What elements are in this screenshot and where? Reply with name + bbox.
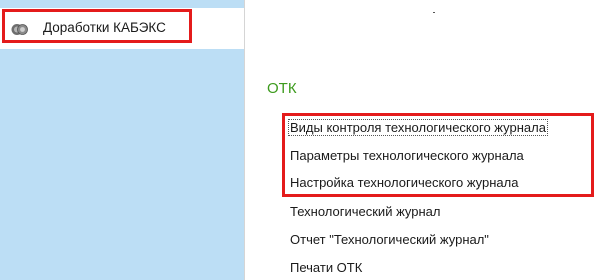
- command-link[interactable]: Печати ОТК: [290, 260, 362, 275]
- command-link[interactable]: Технологический журнал: [290, 204, 441, 219]
- sections-panel: Доработки КАБЭКС: [0, 0, 244, 280]
- app-window: Доработки КАБЭКС ОТК Виды контроля техно…: [0, 0, 603, 280]
- section-title: ОТК: [267, 80, 297, 97]
- command-link[interactable]: Отчет "Технологический журнал": [290, 232, 489, 247]
- annotation-highlight-box: [2, 9, 192, 43]
- decorative-dot: [433, 12, 435, 13]
- annotation-highlight-box: [282, 113, 594, 197]
- panel-divider: [244, 0, 245, 280]
